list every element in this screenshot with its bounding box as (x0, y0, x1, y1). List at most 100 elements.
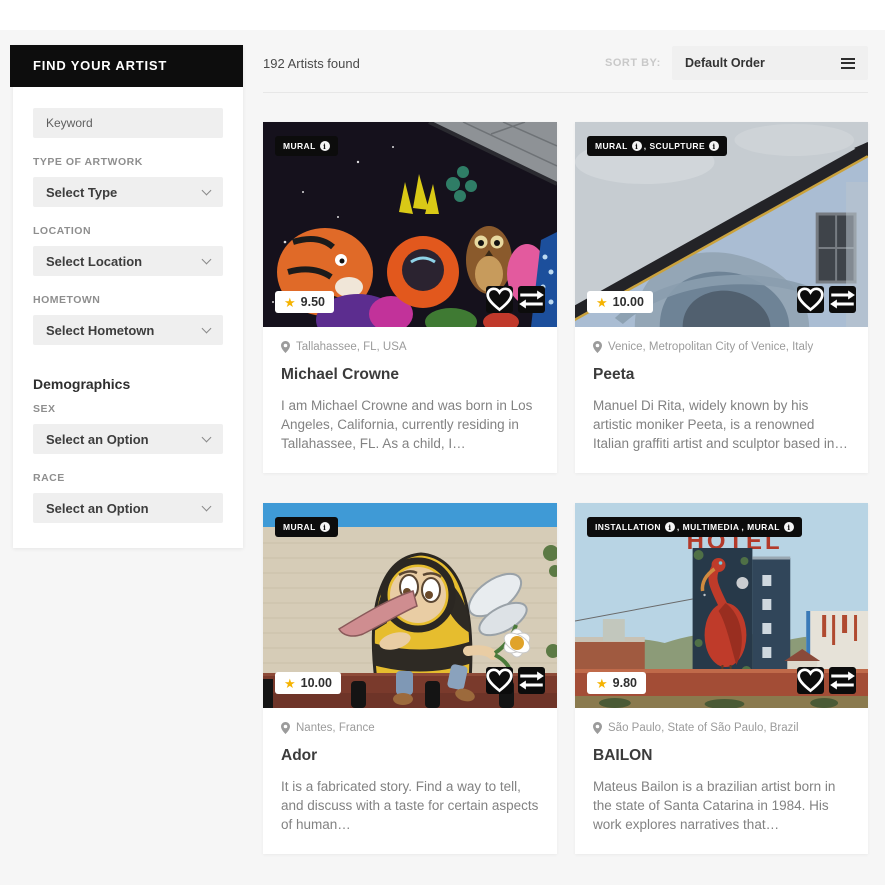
compare-arrows-icon (518, 286, 545, 313)
race-select-value: Select an Option (46, 501, 149, 516)
map-pin-icon (593, 341, 602, 353)
artwork-type-badge[interactable]: MURAL i,SCULPTURE i (587, 136, 727, 156)
results-count: 192 Artists found (263, 56, 360, 71)
info-icon[interactable]: i (632, 141, 642, 151)
artist-description: I am Michael Crowne and was born in Los … (281, 396, 539, 453)
map-pin-icon (281, 722, 290, 734)
tag-separator: , (644, 141, 647, 151)
filter-sidebar: FIND YOUR ARTIST TYPE OF ARTWORK Select … (13, 45, 243, 548)
filter-label-race: RACE (33, 472, 223, 484)
rating-badge: ★ 10.00 (275, 672, 341, 694)
artist-description: Manuel Di Rita, widely known by his arti… (593, 396, 850, 453)
artist-description: It is a fabricated story. Find a way to … (281, 777, 539, 834)
location-text: Tallahassee, FL, USA (296, 341, 407, 353)
tag-label: SCULPTURE (649, 141, 705, 151)
sort-by-label: SORT BY: (605, 57, 663, 69)
chevron-down-icon (202, 255, 212, 265)
location-text: Venice, Metropolitan City of Venice, Ita… (608, 341, 813, 353)
card-info: Nantes, France Ador It is a fabricated s… (263, 708, 557, 854)
sort-order-select[interactable]: Default Order (672, 46, 868, 80)
sex-select-value: Select an Option (46, 432, 149, 447)
sort-order-value: Default Order (685, 56, 765, 70)
location-text: São Paulo, State of São Paulo, Brazil (608, 722, 799, 734)
artwork-type-badge[interactable]: MURAL i (275, 517, 338, 537)
rating-badge: ★ 10.00 (587, 291, 653, 313)
tag-separator: , (677, 522, 680, 532)
tag-separator: , (741, 522, 744, 532)
location-select-value: Select Location (46, 254, 142, 269)
info-icon[interactable]: i (709, 141, 719, 151)
filter-label-type: TYPE OF ARTWORK (33, 156, 223, 168)
location-row: Venice, Metropolitan City of Venice, Ita… (593, 341, 850, 353)
chevron-down-icon (202, 186, 212, 196)
chevron-down-icon (202, 433, 212, 443)
tag-label: MURAL (283, 522, 316, 532)
rating-value: 10.00 (301, 676, 332, 690)
favorite-button[interactable] (486, 286, 513, 313)
type-select[interactable]: Select Type (33, 177, 223, 207)
compare-button[interactable] (518, 667, 545, 694)
artist-artwork-image[interactable]: HOTEL (575, 503, 868, 708)
compare-button[interactable] (829, 286, 856, 313)
location-text: Nantes, France (296, 722, 375, 734)
location-row: Nantes, France (281, 722, 539, 734)
info-icon[interactable]: i (665, 522, 675, 532)
hometown-select-value: Select Hometown (46, 323, 154, 338)
keyword-input[interactable] (33, 108, 223, 138)
chevron-down-icon (202, 324, 212, 334)
star-icon: ★ (596, 296, 608, 309)
compare-arrows-icon (518, 667, 545, 694)
compare-button[interactable] (518, 286, 545, 313)
star-icon: ★ (596, 677, 608, 690)
card-info: São Paulo, State of São Paulo, Brazil BA… (575, 708, 868, 854)
card-actions (797, 667, 856, 694)
compare-arrows-icon (829, 286, 856, 313)
sidebar-body: TYPE OF ARTWORK Select Type LOCATION Sel… (13, 87, 243, 523)
hometown-select[interactable]: Select Hometown (33, 315, 223, 345)
heart-icon (797, 667, 824, 694)
artist-card: HOTEL (575, 503, 868, 854)
artist-name[interactable]: BAILON (593, 747, 850, 765)
location-row: São Paulo, State of São Paulo, Brazil (593, 722, 850, 734)
heart-icon (486, 667, 513, 694)
rating-value: 10.00 (613, 295, 644, 309)
sex-select[interactable]: Select an Option (33, 424, 223, 454)
artist-name[interactable]: Michael Crowne (281, 366, 539, 384)
artist-artwork-image[interactable]: MURAL i ★ 10.00 (263, 503, 557, 708)
artist-artwork-image[interactable]: MURAL i,SCULPTURE i ★ 10.00 (575, 122, 868, 327)
location-row: Tallahassee, FL, USA (281, 341, 539, 353)
filter-label-hometown: HOMETOWN (33, 294, 223, 306)
filter-label-sex: SEX (33, 403, 223, 415)
artist-card: MURAL i ★ 10.00 (263, 503, 557, 854)
race-select[interactable]: Select an Option (33, 493, 223, 523)
artist-name[interactable]: Ador (281, 747, 539, 765)
card-actions (486, 667, 545, 694)
info-icon[interactable]: i (320, 522, 330, 532)
tag-label: MULTIMEDIA (683, 522, 740, 532)
info-icon[interactable]: i (320, 141, 330, 151)
card-info: Tallahassee, FL, USA Michael Crowne I am… (263, 327, 557, 473)
compare-button[interactable] (829, 667, 856, 694)
artist-artwork-image[interactable]: MURALi ★ 9.50 (263, 122, 557, 327)
toolbar-divider (263, 92, 868, 93)
info-icon[interactable]: i (784, 522, 794, 532)
artist-name[interactable]: Peeta (593, 366, 850, 384)
artist-card: MURALi ★ 9.50 (263, 122, 557, 473)
tag-label: MURAL (747, 522, 780, 532)
filter-label-location: LOCATION (33, 225, 223, 237)
tag-label: MURAL (595, 141, 628, 151)
sidebar-title: FIND YOUR ARTIST (10, 45, 243, 87)
map-pin-icon (593, 722, 602, 734)
demographics-heading: Demographics (33, 376, 223, 392)
favorite-button[interactable] (486, 667, 513, 694)
artwork-type-badge[interactable]: INSTALLATIONi,MULTIMEDIA,MURALi (587, 517, 802, 537)
favorite-button[interactable] (797, 286, 824, 313)
star-icon: ★ (284, 296, 296, 309)
tag-label: INSTALLATION (595, 522, 661, 532)
list-menu-icon (841, 58, 855, 69)
card-actions (797, 286, 856, 313)
location-select[interactable]: Select Location (33, 246, 223, 276)
map-pin-icon (281, 341, 290, 353)
favorite-button[interactable] (797, 667, 824, 694)
artwork-type-badge[interactable]: MURALi (275, 136, 338, 156)
